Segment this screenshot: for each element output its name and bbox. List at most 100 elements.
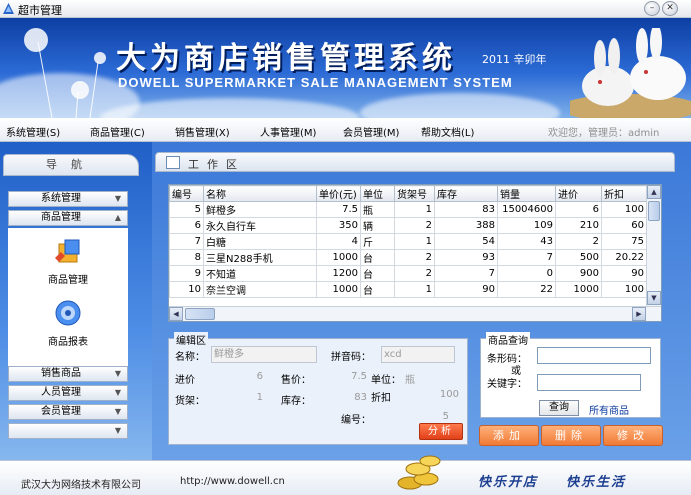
- cell-id: 10: [169, 281, 204, 298]
- coins-icon: [397, 455, 441, 490]
- menu-member[interactable]: 会员管理(M): [343, 124, 399, 139]
- window-icon: [166, 156, 180, 169]
- chevron-down-icon: ▼: [114, 388, 121, 397]
- column-header[interactable]: 库存: [434, 185, 498, 202]
- cell-shelf: 1: [394, 201, 435, 218]
- shelf-value: 1: [256, 392, 263, 403]
- add-button[interactable]: 添加: [479, 425, 539, 446]
- menu-system[interactable]: 系统管理(S): [6, 124, 60, 139]
- cell-unit: 台: [360, 249, 395, 266]
- cell-unit: 台: [360, 265, 395, 282]
- menu-product[interactable]: 商品管理(C): [90, 124, 145, 139]
- nav-tile-label: 商品报表: [48, 337, 88, 348]
- nav-section-label: 商品管理: [41, 212, 81, 223]
- footer-slogan-2: 快乐生活: [566, 475, 627, 490]
- window-titlebar: 超市管理 – ✕: [0, 0, 691, 18]
- chevron-down-icon: ▼: [114, 194, 121, 203]
- analyze-button[interactable]: 分析: [419, 423, 463, 440]
- cell-stock: 7: [434, 265, 498, 282]
- nav-section-personnel[interactable]: 人员管理 ▼: [8, 385, 128, 401]
- cell-sales: 22: [497, 281, 556, 298]
- table-header-row: 编号 名称 单价(元) 单位 货架号 库存 销量 进价 折扣: [169, 185, 647, 202]
- pinyin-field[interactable]: xcd: [381, 346, 455, 363]
- nav-section-label: 销售商品: [41, 368, 81, 379]
- delete-button[interactable]: 删除: [541, 425, 601, 446]
- cell-cost: 2: [555, 233, 602, 250]
- cell-discount: 20.22: [601, 249, 647, 266]
- table-row[interactable]: 9 不知道 1200 台 2 7 0 900 90: [169, 265, 647, 282]
- cell-id: 6: [169, 217, 204, 234]
- banner-title-cn: 大为商店销售管理系统: [116, 41, 456, 76]
- keyword-input[interactable]: [537, 374, 641, 391]
- cell-name: 永久自行车: [203, 217, 317, 234]
- cell-stock: 90: [434, 281, 498, 298]
- cell-discount: 100: [601, 201, 647, 218]
- cell-cost: 500: [555, 249, 602, 266]
- menu-personnel[interactable]: 人事管理(M): [260, 124, 316, 139]
- scroll-down-icon[interactable]: ▼: [647, 291, 661, 305]
- vertical-scrollbar[interactable]: ▲ ▼: [646, 185, 661, 306]
- cell-name: 三星N288手机: [203, 249, 317, 266]
- cell-cost: 6: [555, 201, 602, 218]
- nav-section-system[interactable]: 系统管理 ▼: [8, 191, 128, 207]
- close-button[interactable]: ✕: [662, 1, 678, 16]
- table-row[interactable]: 7 白糖 4 斤 1 54 43 2 75: [169, 233, 647, 250]
- chevron-down-icon: ▼: [114, 426, 121, 435]
- column-header[interactable]: 销量: [497, 185, 556, 202]
- search-button[interactable]: 查询: [539, 400, 579, 416]
- barcode-input[interactable]: [537, 347, 651, 364]
- column-header[interactable]: 进价: [555, 185, 602, 202]
- scroll-left-icon[interactable]: ◀: [169, 307, 183, 321]
- cell-stock: 54: [434, 233, 498, 250]
- column-header[interactable]: 编号: [169, 185, 204, 202]
- column-header[interactable]: 单位: [360, 185, 395, 202]
- horizontal-scrollbar[interactable]: ◀ ▶: [169, 306, 661, 321]
- table-row[interactable]: 5 鲜橙多 7.5 瓶 1 83 15004600 6 100: [169, 201, 647, 218]
- nav-section-label: 会员管理: [41, 406, 81, 417]
- name-label: 名称：: [175, 352, 205, 363]
- cell-cost: 1000: [555, 281, 602, 298]
- footer-url: http://www.dowell.cn: [180, 476, 285, 487]
- column-header[interactable]: 名称: [203, 185, 317, 202]
- edit-panel: 编辑区 名称： 鲜橙多 拼音码： xcd 进价 6 售价： 7.5 单位： 瓶 …: [168, 332, 468, 445]
- cell-sales: 43: [497, 233, 556, 250]
- nav-section-product[interactable]: 商品管理 ▲: [8, 210, 128, 226]
- nav-tile-product-manage[interactable]: 商品管理: [24, 236, 112, 286]
- cell-cost: 210: [555, 217, 602, 234]
- banner-year: 2011 辛卯年: [482, 53, 547, 66]
- cell-unit: 瓶: [360, 201, 395, 218]
- chevron-up-icon: ▲: [114, 213, 121, 222]
- table-row[interactable]: 8 三星N288手机 1000 台 2 93 7 500 20.22: [169, 249, 647, 266]
- column-header[interactable]: 折扣: [601, 185, 647, 202]
- box-edit-icon: [55, 239, 80, 263]
- minimize-button[interactable]: –: [644, 1, 660, 16]
- cell-stock: 83: [434, 201, 498, 218]
- product-grid[interactable]: 编号 名称 单价(元) 单位 货架号 库存 销量 进价 折扣 5 鲜橙多 7.5…: [168, 184, 662, 322]
- all-products-link[interactable]: 所有商品: [589, 402, 629, 417]
- menu-sales[interactable]: 销售管理(X): [175, 124, 230, 139]
- table-row[interactable]: 6 永久自行车 350 辆 2 388 109 210 60: [169, 217, 647, 234]
- dandelion-illustration: [24, 28, 106, 118]
- nav-section-sales[interactable]: 销售商品 ▼: [8, 366, 128, 382]
- cell-cost: 900: [555, 265, 602, 282]
- cell-sales: 15004600: [497, 201, 556, 218]
- id-value: 5: [442, 411, 449, 422]
- cell-stock: 93: [434, 249, 498, 266]
- name-field[interactable]: 鲜橙多: [211, 346, 317, 363]
- welcome-text: 欢迎您，管理员：admin: [548, 128, 660, 139]
- column-header[interactable]: 单价(元): [316, 185, 361, 202]
- scroll-thumb[interactable]: [185, 308, 215, 320]
- query-legend: 商品查询: [486, 332, 530, 347]
- menu-help[interactable]: 帮助文档(L): [421, 124, 474, 139]
- nav-section-member[interactable]: 会员管理 ▼: [8, 404, 128, 420]
- table-row[interactable]: 10 奈兰空调 1000 台 1 90 22 1000 100: [169, 281, 647, 298]
- cell-id: 7: [169, 233, 204, 250]
- modify-button[interactable]: 修改: [603, 425, 663, 446]
- scroll-up-icon[interactable]: ▲: [647, 185, 661, 199]
- app-banner: 大为商店销售管理系统 2011 辛卯年 DOWELL SUPERMARKET S…: [0, 18, 691, 118]
- scroll-right-icon[interactable]: ▶: [632, 307, 646, 321]
- scroll-thumb[interactable]: [648, 201, 660, 221]
- nav-section-empty[interactable]: ▼: [8, 423, 128, 439]
- nav-tile-product-report[interactable]: 商品报表: [24, 298, 112, 348]
- column-header[interactable]: 货架号: [394, 185, 435, 202]
